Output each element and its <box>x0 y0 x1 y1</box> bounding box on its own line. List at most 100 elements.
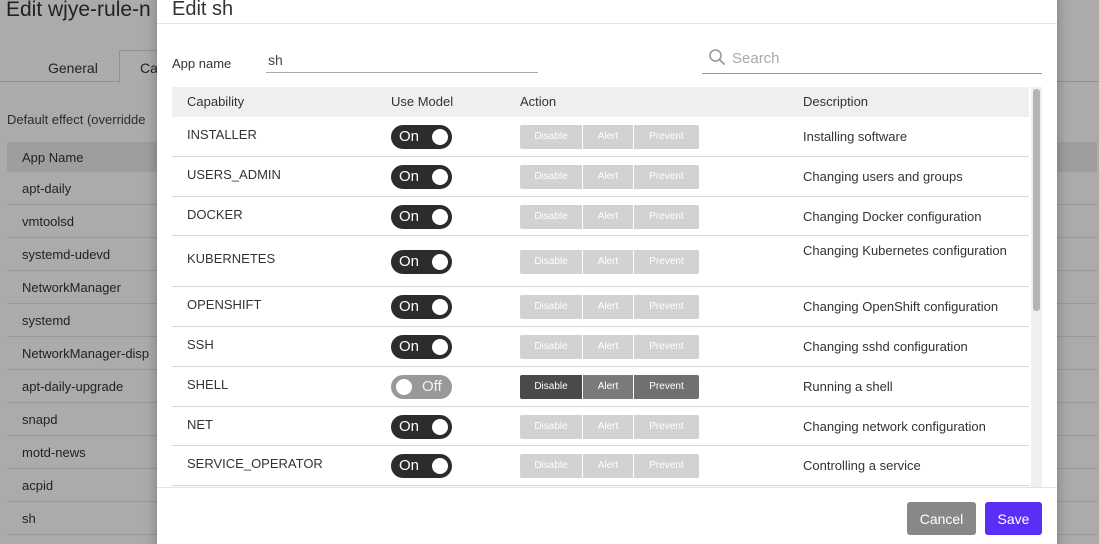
action-prevent-button[interactable]: Prevent <box>634 204 699 229</box>
action-disable-button[interactable]: Disable <box>520 295 583 319</box>
use-model-toggle[interactable]: On <box>391 125 452 149</box>
action-button-group: Disable Alert Prevent <box>520 165 699 189</box>
table-row: KUBERNETES On Disable Alert Prevent Changing … <box>172 236 1029 287</box>
search-box[interactable] <box>702 42 1042 74</box>
capability-description: Changing sshd configuration <box>803 339 968 354</box>
toggle-label: On <box>399 417 420 435</box>
action-alert-button[interactable]: Alert <box>583 454 634 478</box>
action-disable-button[interactable]: Disable <box>520 335 583 359</box>
action-button-group: Disable Alert Prevent <box>520 249 699 274</box>
capability-description: Changing users and groups <box>803 169 963 184</box>
action-disable-button[interactable]: Disable <box>520 165 583 189</box>
toggle-knob <box>432 299 448 315</box>
edit-app-dialog: Edit sh App name Capability Use Model Ac… <box>157 0 1057 544</box>
use-model-toggle[interactable]: On <box>391 335 452 359</box>
action-disable-button[interactable]: Disable <box>520 375 583 399</box>
action-button-group: Disable Alert Prevent <box>520 375 699 399</box>
toggle-knob <box>432 458 448 474</box>
table-row: NET On Disable Alert Prevent Changing network… <box>172 407 1029 446</box>
column-header-capability: Capability <box>187 94 245 109</box>
column-header-use-model: Use Model <box>391 94 454 109</box>
action-prevent-button[interactable]: Prevent <box>634 375 699 399</box>
use-model-toggle[interactable]: On <box>391 204 452 229</box>
action-prevent-button[interactable]: Prevent <box>634 335 699 359</box>
action-alert-button[interactable]: Alert <box>583 295 634 319</box>
capability-name: SSH <box>187 337 214 352</box>
action-alert-button[interactable]: Alert <box>583 375 634 399</box>
use-model-toggle[interactable]: On <box>391 249 452 274</box>
toggle-label: On <box>399 207 420 225</box>
toggle-label: On <box>399 252 420 270</box>
search-input[interactable] <box>732 45 1032 71</box>
action-alert-button[interactable]: Alert <box>583 125 634 149</box>
column-header-action: Action <box>520 94 557 109</box>
capability-description: Controlling a service <box>803 458 921 473</box>
use-model-toggle[interactable]: On <box>391 295 452 319</box>
table-header: Capability Use Model Action Description <box>172 87 1029 117</box>
use-model-toggle[interactable]: Off <box>391 375 452 399</box>
capability-description: Running a shell <box>803 379 893 394</box>
capability-name: OPENSHIFT <box>187 297 262 312</box>
action-button-group: Disable Alert Prevent <box>520 454 699 478</box>
action-disable-button[interactable]: Disable <box>520 249 583 274</box>
capability-description: Installing software <box>803 129 908 144</box>
capability-name: USERS_ADMIN <box>187 167 281 182</box>
action-prevent-button[interactable]: Prevent <box>634 414 699 439</box>
table-row: USERS_ADMIN On Disable Alert Prevent Changing… <box>172 157 1029 197</box>
capability-name: NET <box>187 417 213 432</box>
action-alert-button[interactable]: Alert <box>583 165 634 189</box>
use-model-toggle[interactable]: On <box>391 165 452 189</box>
table-row: OPENSHIFT On Disable Alert Prevent Changing O… <box>172 287 1029 327</box>
toggle-knob <box>432 208 448 225</box>
toggle-knob <box>432 253 448 270</box>
app-name-input[interactable] <box>266 43 538 73</box>
capability-name: SHELL <box>187 377 229 392</box>
toggle-knob <box>432 418 448 435</box>
toggle-knob <box>432 169 448 185</box>
action-prevent-button[interactable]: Prevent <box>634 125 699 149</box>
toggle-knob <box>432 129 448 145</box>
action-button-group: Disable Alert Prevent <box>520 295 699 319</box>
use-model-toggle[interactable]: On <box>391 454 452 478</box>
scrollbar-thumb[interactable] <box>1033 89 1040 311</box>
toggle-label: On <box>399 128 420 145</box>
table-row: SSH On Disable Alert Prevent Changing sshd co… <box>172 327 1029 367</box>
action-prevent-button[interactable]: Prevent <box>634 295 699 319</box>
toggle-label: On <box>399 168 420 185</box>
save-button[interactable]: Save <box>985 502 1042 535</box>
toggle-label: On <box>399 298 420 315</box>
toggle-knob <box>396 379 412 395</box>
action-button-group: Disable Alert Prevent <box>520 125 699 149</box>
table-row: SHELL Off Disable Alert Prevent Running a she… <box>172 367 1029 407</box>
action-alert-button[interactable]: Alert <box>583 414 634 439</box>
capability-description: Changing Kubernetes configuration <box>803 243 1007 258</box>
action-prevent-button[interactable]: Prevent <box>634 249 699 274</box>
use-model-toggle[interactable]: On <box>391 414 452 439</box>
action-alert-button[interactable]: Alert <box>583 335 634 359</box>
action-disable-button[interactable]: Disable <box>520 204 583 229</box>
toggle-label: On <box>399 457 420 474</box>
column-header-description: Description <box>803 94 869 109</box>
action-button-group: Disable Alert Prevent <box>520 414 699 439</box>
action-disable-button[interactable]: Disable <box>520 125 583 149</box>
action-disable-button[interactable]: Disable <box>520 454 583 478</box>
action-prevent-button[interactable]: Prevent <box>634 454 699 478</box>
dialog-title: Edit sh <box>172 0 234 20</box>
cancel-button[interactable]: Cancel <box>907 502 976 535</box>
capability-name: INSTALLER <box>187 127 257 142</box>
capability-name: DOCKER <box>187 207 243 222</box>
toggle-label: On <box>399 338 420 355</box>
table-row: SERVICE_OPERATOR On Disable Alert Prevent Con… <box>172 446 1029 486</box>
action-button-group: Disable Alert Prevent <box>520 204 699 229</box>
capability-description: Changing Docker configuration <box>803 209 982 224</box>
action-disable-button[interactable]: Disable <box>520 414 583 439</box>
action-prevent-button[interactable]: Prevent <box>634 165 699 189</box>
dialog-footer-divider <box>157 487 1057 488</box>
table-scrollbar[interactable] <box>1031 87 1042 487</box>
action-alert-button[interactable]: Alert <box>583 204 634 229</box>
app-name-label: App name <box>172 56 232 71</box>
action-alert-button[interactable]: Alert <box>583 249 634 274</box>
dialog-header: Edit sh <box>157 0 1057 24</box>
toggle-knob <box>432 339 448 355</box>
toggle-label: Off <box>422 378 442 395</box>
